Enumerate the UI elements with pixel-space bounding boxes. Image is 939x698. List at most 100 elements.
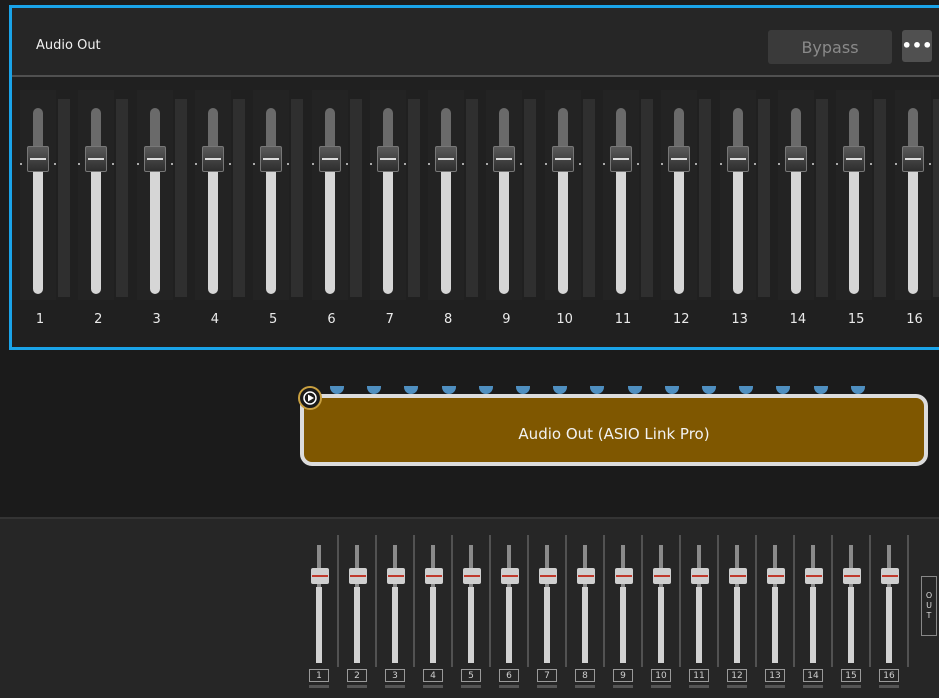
fader-tick [578,163,581,165]
play-connector-icon[interactable] [298,386,322,410]
mixer-channel-number[interactable]: 6 [499,669,519,682]
mixer-channel-number[interactable]: 9 [613,669,633,682]
mixer-fader-handle[interactable] [653,568,671,584]
mixer-fader-handle[interactable] [615,568,633,584]
fader-tick [194,163,197,165]
mixer-channel: 5 [456,535,494,695]
mixer-fader-handle[interactable] [501,568,519,584]
mixer-channel-indicator [309,685,329,688]
mixer-divider [831,535,833,667]
fader-handle[interactable] [376,146,399,172]
fader-handle[interactable] [143,146,166,172]
mixer-fader-handle[interactable] [463,568,481,584]
channel-strip: 7 [369,90,428,345]
audio-out-panel: Audio Out Bypass ••• 1 2 3 4 5 6 7 8 9 10 11 12 13 14… [9,5,939,350]
fader-handle[interactable] [610,146,632,172]
channel-strip: 5 [253,90,311,345]
mixer-channel-number[interactable]: 2 [347,669,367,682]
mixer-channel-number[interactable]: 16 [879,669,899,682]
fader-handle[interactable] [27,146,49,172]
mixer-channel-number[interactable]: 3 [385,669,405,682]
mixer-fader-fill [696,587,702,663]
fader-handle[interactable] [201,146,224,172]
mixer-channel-number[interactable]: 14 [803,669,823,682]
channel-number: 10 [556,312,573,327]
mixer-channel: 12 [722,535,760,695]
mixer-channel: 16 [874,535,912,695]
fader-handle[interactable] [551,146,574,172]
fader-track-lower [207,170,218,294]
level-meter [699,99,712,297]
more-options-button[interactable]: ••• [902,30,932,62]
mixer-channel-indicator [347,685,367,688]
mixer-channel-indicator [689,685,709,688]
fader-tick [753,163,756,165]
level-meter [874,99,887,297]
fader-tick [345,163,348,165]
mixer-channel-number[interactable]: 10 [651,669,671,682]
fader-tick [170,163,173,165]
mixer-fader-fill [620,587,626,663]
fader-handle[interactable] [668,146,691,172]
mixer-fader-handle[interactable] [691,568,709,584]
fader-handle[interactable] [493,146,516,172]
mixer-fader-handle[interactable] [767,568,785,584]
mixer-fader-fill [506,587,512,663]
mixer-channel-number[interactable]: 4 [423,669,443,682]
fader-tick [228,163,231,165]
mixer-fader-handle[interactable] [349,568,367,584]
mixer-divider [793,535,795,667]
mixer-channel: 7 [532,535,570,695]
level-meter [232,99,245,297]
mixer-fader-handle[interactable] [843,568,861,584]
mixer-channel-number[interactable]: 7 [537,669,557,682]
mixer-channel-number[interactable]: 1 [309,669,329,682]
mixer-fader-handle[interactable] [881,568,899,584]
mixer-fader-handle[interactable] [577,568,595,584]
fader-tick [520,163,523,165]
fader-handle[interactable] [784,146,807,172]
mixer-fader-handle[interactable] [805,568,823,584]
mixer-channel-number[interactable]: 5 [461,669,481,682]
fader-track-lower [616,170,626,294]
level-meter [932,99,939,297]
mixer-fader-fill [354,587,360,663]
fader-handle[interactable] [843,146,866,172]
channel-number: 13 [731,312,748,327]
fader-handle[interactable] [260,146,283,172]
mixer-channel-number[interactable]: 8 [575,669,595,682]
mixer-fader-handle[interactable] [539,568,557,584]
fader-handle[interactable] [318,146,341,172]
fader-tick [811,163,814,165]
mixer-divider [489,535,491,667]
level-meter [815,99,828,297]
mixer-channel-number[interactable]: 13 [765,669,785,682]
out-button[interactable]: O U T [921,576,937,636]
mixer-channel-number[interactable]: 12 [727,669,747,682]
fader-handle[interactable] [901,146,924,172]
mixer-divider [413,535,415,667]
fader-handle[interactable] [726,146,749,172]
bypass-button[interactable]: Bypass [768,30,892,64]
mixer-divider [451,535,453,667]
mixer-channel-number[interactable]: 15 [841,669,861,682]
mixer-fader-handle[interactable] [425,568,443,584]
mixer-channel-indicator [385,685,405,688]
mixer-fader-handle[interactable] [311,568,329,584]
fader-handle[interactable] [435,146,458,172]
audio-out-node[interactable]: Audio Out (ASIO Link Pro) [300,394,928,466]
mixer-channel-indicator [651,685,671,688]
fader-tick [311,163,314,165]
mixer-channel-number[interactable]: 11 [689,669,709,682]
mixer-channel-indicator [423,685,443,688]
channel-strip: 12 [661,90,719,345]
fader-track-lower [266,170,277,294]
fader-tick [544,163,547,165]
channel-number: 16 [906,312,923,327]
mixer-fader-handle[interactable] [729,568,747,584]
fader-track-lower [441,170,452,294]
fader-handle[interactable] [85,146,108,172]
mixer-fader-handle[interactable] [387,568,405,584]
mixer-channel: 14 [798,535,836,695]
fader-tick [777,163,780,165]
